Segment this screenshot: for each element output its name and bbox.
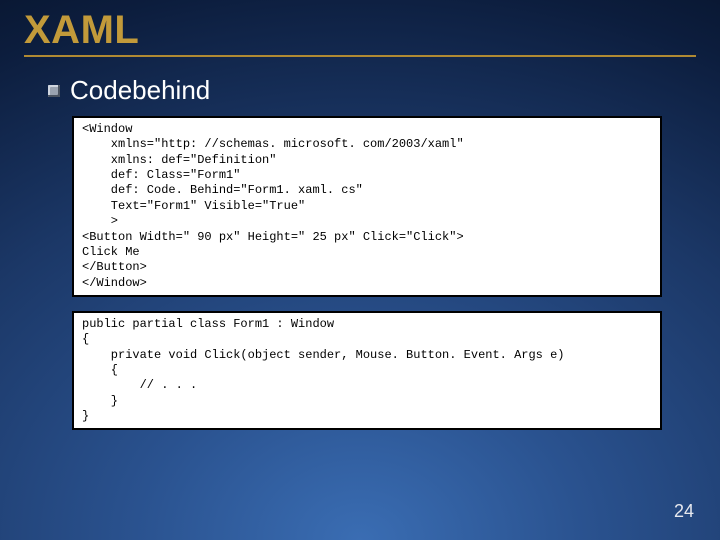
- bullet-label: Codebehind: [70, 75, 210, 106]
- bullet-item: Codebehind: [48, 75, 696, 106]
- slide: XAML Codebehind <Window xmlns="http: //s…: [0, 0, 720, 540]
- page-number: 24: [674, 501, 694, 522]
- title-divider: [24, 55, 696, 57]
- code-block-csharp: public partial class Form1 : Window { pr…: [72, 311, 662, 431]
- square-bullet-icon: [48, 85, 60, 97]
- code-block-xaml: <Window xmlns="http: //schemas. microsof…: [72, 116, 662, 297]
- slide-title: XAML: [24, 8, 696, 53]
